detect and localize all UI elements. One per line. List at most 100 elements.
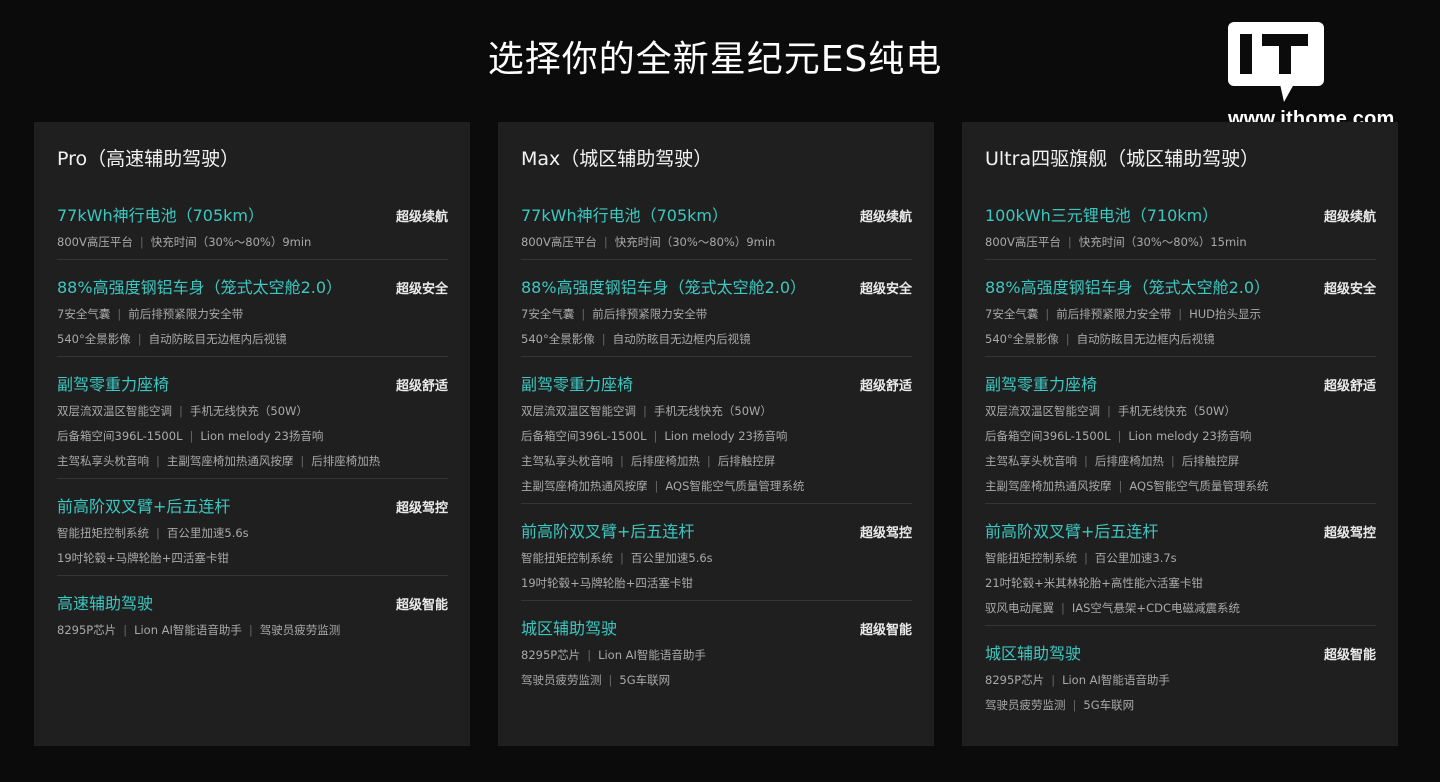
- separator: |: [248, 623, 253, 637]
- feature-line: 智能扭矩控制系统 | 百公里加速5.6s: [57, 521, 448, 546]
- feature-item: 手机无线快充（50W）: [653, 404, 772, 418]
- ithome-logo: www.ithome.com: [1228, 22, 1420, 138]
- feature-line: 19吋轮毂+马牌轮胎+四活塞卡钳: [57, 546, 448, 571]
- section-tag: 超级安全: [1323, 282, 1376, 297]
- feature-item: 800V高压平台: [985, 235, 1061, 249]
- feature-item: AQS智能空气质量管理系统: [1129, 479, 1269, 493]
- separator: |: [643, 404, 647, 418]
- page-title: 选择你的全新星纪元ES纯电: [487, 39, 943, 80]
- feature-item: 后排触控屏: [1181, 454, 1240, 468]
- trim-card-max: Max（城区辅助驾驶） 77kWh神行电池（705km） 超级续航 800V高压平台…: [498, 122, 934, 746]
- section-header: 100kWh三元锂电池（710km） 超级续航: [985, 204, 1376, 228]
- section-tag: 超级舒适: [859, 379, 912, 394]
- feature-line: 800V高压平台 | 快充时间（30%～80%）15min: [985, 230, 1376, 255]
- feature-line: 双层流双温区智能空调 | 手机无线快充（50W）: [57, 399, 448, 424]
- section-header: 前高阶双叉臂+后五连杆 超级驾控: [57, 495, 448, 519]
- separator: |: [1107, 404, 1111, 418]
- section-tag: 超级驾控: [1323, 526, 1376, 541]
- feature-line: 540°全景影像 | 自动防眩目无边框内后视镜: [57, 327, 448, 352]
- section-tag: 超级驾控: [395, 501, 448, 516]
- separator: |: [1170, 454, 1175, 468]
- feature-section: 88%高强度钢铝车身（笼式太空舱2.0） 超级安全 7安全气囊 | 前后排预紧限力安全带…: [985, 276, 1376, 357]
- card-sections: 100kWh三元锂电池（710km） 超级续航 800V高压平台 | 快充时间（30%～…: [985, 204, 1376, 722]
- feature-item: Lion melody 23扬音响: [200, 429, 324, 443]
- separator: |: [189, 429, 194, 443]
- feature-item: 19吋轮毂+马牌轮胎+四活塞卡钳: [521, 576, 693, 590]
- section-header: 城区辅助驾驶 超级智能: [521, 617, 912, 641]
- separator: |: [1045, 307, 1050, 321]
- feature-section: 77kWh神行电池（705km） 超级续航 800V高压平台 | 快充时间（30%～80…: [57, 204, 448, 260]
- feature-item: 驭风电动尾翼: [985, 601, 1054, 615]
- trim-card-pro: Pro（高速辅助驾驶） 77kWh神行电池（705km） 超级续航 800V高压平台…: [34, 122, 470, 746]
- feature-item: 主副驾座椅加热通风按摩: [521, 479, 648, 493]
- card-title: Pro（高速辅助驾驶）: [57, 148, 240, 170]
- card-sections: 77kWh神行电池（705km） 超级续航 800V高压平台 | 快充时间（30%～80…: [521, 204, 912, 697]
- feature-item: 800V高压平台: [57, 235, 133, 249]
- section-tag: 超级智能: [859, 623, 912, 638]
- section-header: 城区辅助驾驶 超级智能: [985, 642, 1376, 666]
- separator: |: [156, 526, 160, 540]
- separator: |: [1117, 429, 1122, 443]
- feature-item: 540°全景影像: [57, 332, 131, 346]
- feature-line: 21吋轮毂+米其林轮胎+高性能六活塞卡钳: [985, 571, 1376, 596]
- feature-item: 自动防眩目无边框内后视镜: [1076, 332, 1215, 346]
- feature-item: 后排座椅加热: [630, 454, 700, 468]
- section-title: 高速辅助驾驶: [57, 594, 154, 613]
- separator: |: [1084, 551, 1088, 565]
- feature-line: 双层流双温区智能空调 | 手机无线快充（50W）: [985, 399, 1376, 424]
- feature-item: 智能扭矩控制系统: [57, 526, 149, 540]
- feature-item: 双层流双温区智能空调: [57, 404, 172, 418]
- separator: |: [587, 648, 592, 662]
- feature-line: 后备箱空间396L-1500L | Lion melody 23扬音响: [57, 424, 448, 449]
- section-header: 77kWh神行电池（705km） 超级续航: [57, 204, 448, 228]
- separator: |: [653, 429, 658, 443]
- section-title: 77kWh神行电池（705km）: [57, 206, 264, 225]
- section-tag: 超级安全: [395, 282, 448, 297]
- separator: |: [620, 551, 624, 565]
- section-title: 100kWh三元锂电池（710km）: [985, 206, 1219, 225]
- feature-item: Lion melody 23扬音响: [664, 429, 788, 443]
- section-header: 88%高强度钢铝车身（笼式太空舱2.0） 超级安全: [57, 276, 448, 300]
- separator: |: [1065, 332, 1070, 346]
- feature-item: 百公里加速3.7s: [1094, 551, 1177, 565]
- feature-item: 7安全气囊: [521, 307, 575, 321]
- feature-item: 8295P芯片: [521, 648, 581, 662]
- feature-item: 后备箱空间396L-1500L: [521, 429, 647, 443]
- separator: |: [706, 454, 711, 468]
- feature-line: 主副驾座椅加热通风按摩 | AQS智能空气质量管理系统: [521, 474, 912, 499]
- section-tag: 超级安全: [859, 282, 912, 297]
- separator: |: [603, 235, 608, 249]
- feature-item: 主驾私享头枕音响: [521, 454, 613, 468]
- feature-line: 800V高压平台 | 快充时间（30%～80%）9min: [57, 230, 448, 255]
- separator: |: [179, 404, 183, 418]
- feature-section: 88%高强度钢铝车身（笼式太空舱2.0） 超级安全 7安全气囊 | 前后排预紧限力安全带…: [57, 276, 448, 357]
- feature-line: 8295P芯片 | Lion AI智能语音助手: [985, 668, 1376, 693]
- feature-item: 后排座椅加热: [1094, 454, 1164, 468]
- section-header: 77kWh神行电池（705km） 超级续航: [521, 204, 912, 228]
- feature-item: 手机无线快充（50W）: [189, 404, 308, 418]
- feature-item: 前后排预紧限力安全带: [592, 307, 708, 321]
- feature-item: 智能扭矩控制系统: [985, 551, 1077, 565]
- feature-line: 19吋轮毂+马牌轮胎+四活塞卡钳: [521, 571, 912, 596]
- feature-section: 高速辅助驾驶 超级智能 8295P芯片 | Lion AI智能语音助手 | 驾驶员疲劳监测: [57, 592, 448, 647]
- feature-line: 7安全气囊 | 前后排预紧限力安全带: [57, 302, 448, 327]
- feature-line: 8295P芯片 | Lion AI智能语音助手: [521, 643, 912, 668]
- section-title: 88%高强度钢铝车身（笼式太空舱2.0）: [521, 278, 807, 297]
- feature-item: 快充时间（30%～80%）9min: [150, 235, 312, 249]
- feature-section: 副驾零重力座椅 超级舒适 双层流双温区智能空调 | 手机无线快充（50W） 后备箱空间39…: [985, 373, 1376, 504]
- separator: |: [620, 454, 624, 468]
- section-tag: 超级续航: [395, 210, 448, 225]
- feature-section: 100kWh三元锂电池（710km） 超级续航 800V高压平台 | 快充时间（30%～…: [985, 204, 1376, 260]
- section-title: 副驾零重力座椅: [521, 375, 634, 394]
- separator: |: [117, 307, 122, 321]
- feature-section: 前高阶双叉臂+后五连杆 超级驾控 智能扭矩控制系统 | 百公里加速5.6s 19吋轮毂+马…: [57, 495, 448, 576]
- feature-item: 5G车联网: [619, 673, 671, 687]
- ithome-logo-mark: [1228, 22, 1324, 102]
- feature-item: 后备箱空间396L-1500L: [57, 429, 183, 443]
- feature-item: AQS智能空气质量管理系统: [665, 479, 805, 493]
- feature-item: Lion AI智能语音助手: [598, 648, 706, 662]
- feature-item: 驾驶员疲劳监测: [521, 673, 602, 687]
- section-header: 副驾零重力座椅 超级舒适: [985, 373, 1376, 397]
- feature-item: 7安全气囊: [985, 307, 1039, 321]
- section-tag: 超级智能: [1323, 648, 1376, 663]
